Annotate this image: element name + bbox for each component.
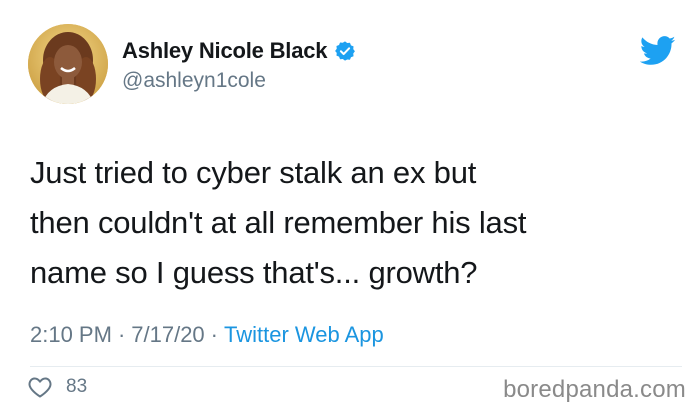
tweet-source-link[interactable]: Twitter Web App [224,322,384,347]
separator: · [210,322,218,347]
tweet-date[interactable]: 7/17/20 [131,322,204,347]
tweet-metadata: 2:10 PM · 7/17/20 · Twitter Web App [30,322,384,348]
divider [30,366,682,367]
twitter-bird-icon[interactable] [639,36,676,66]
tweet-text-line: Just tried to cyber stalk an ex but [30,155,477,190]
heart-icon[interactable] [28,376,52,398]
author-handle[interactable]: @ashleyn1cole [122,69,266,93]
tweet-text-line: name so I guess that's... growth? [30,255,478,290]
tweet-text: Just tried to cyber stalk an ex but then… [30,148,660,298]
author-name-row[interactable]: Ashley Nicole Black [122,38,356,64]
verified-badge-icon [334,40,356,62]
like-button[interactable]: 83 [28,376,87,398]
tweet-time[interactable]: 2:10 PM [30,322,112,347]
separator: · [117,322,126,347]
tweet-card: Ashley Nicole Black @ashleyn1cole Just t… [0,0,700,416]
tweet-text-line: then couldn't at all remember his last [30,205,527,240]
avatar[interactable] [28,24,108,104]
author-display-name[interactable]: Ashley Nicole Black [122,38,327,64]
like-count: 83 [66,376,88,397]
watermark: boredpanda.com [503,376,686,403]
